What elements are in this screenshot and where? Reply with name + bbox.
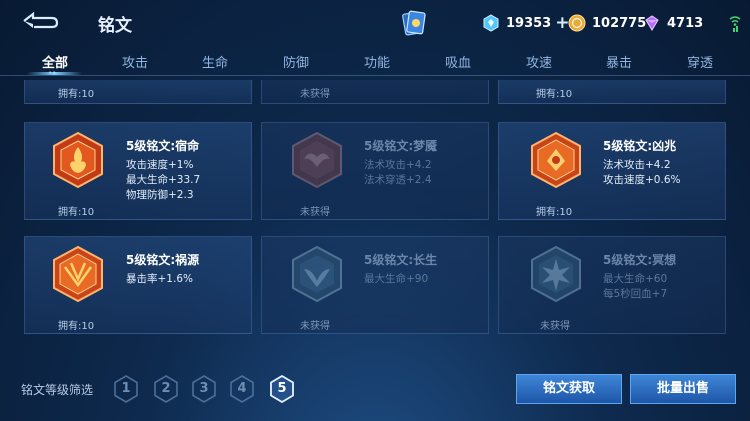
level-number: 4 xyxy=(237,381,247,396)
diamond-amount: 19353 xyxy=(506,15,552,31)
rune-category-tabs: 全部 攻击 生命 防御 功能 吸血 攻速 暴击 穿透 •• xyxy=(0,46,750,77)
gold-currency: 102775 xyxy=(568,12,646,34)
page-title: 铭文 xyxy=(98,16,132,36)
tab-attack-speed[interactable]: 攻速 xyxy=(509,52,569,71)
rune-emblem-icon xyxy=(53,131,103,189)
rune-emblem-icon xyxy=(531,245,581,303)
not-obtained-label: 未获得 xyxy=(540,321,570,332)
rune-name: 5级铭文:冥想 xyxy=(603,253,677,267)
tab-indicator-dots: •• xyxy=(48,69,57,77)
wifi-signal-icon xyxy=(729,16,741,32)
rune-card-xiongzhao[interactable]: 拥有:10 5级铭文:凶兆 法术攻击+4.2 攻击速度+0.6% xyxy=(498,122,726,220)
rune-name: 5级铭文:梦魇 xyxy=(364,139,438,153)
owned-count: 拥有:10 xyxy=(536,207,573,218)
rune-card-huoyuan[interactable]: 拥有:10 5级铭文:祸源 暴击率+1.6% xyxy=(24,236,252,334)
level-filter-5[interactable]: 5 xyxy=(270,374,294,404)
gold-amount: 102775 xyxy=(592,15,647,31)
rune-stat: 每5秒回血+7 xyxy=(603,288,668,300)
level-filter-3[interactable]: 3 xyxy=(192,375,216,403)
level-number: 5 xyxy=(277,381,287,396)
tab-life[interactable]: 生命 xyxy=(185,52,245,71)
bulk-sell-button[interactable]: 批量出售 xyxy=(630,374,736,404)
rune-card[interactable]: 拥有:10 xyxy=(24,80,252,104)
not-obtained-label: 未获得 xyxy=(300,207,330,218)
rune-card-suming[interactable]: 拥有:10 5级铭文:宿命 攻击速度+1% 最大生命+33.7 物理防御+2.3 xyxy=(24,122,252,220)
tab-attack[interactable]: 攻击 xyxy=(105,52,165,71)
purple-gem-icon xyxy=(645,15,659,31)
top-bar: 铭文 19353 + 102775 4713 xyxy=(0,0,750,46)
level-filter-2[interactable]: 2 xyxy=(154,375,178,403)
rune-emblem-icon xyxy=(292,245,342,303)
rune-stat: 最大生命+33.7 xyxy=(126,174,201,186)
tab-crit[interactable]: 暴击 xyxy=(589,52,649,71)
rune-name: 5级铭文:宿命 xyxy=(126,139,200,153)
tab-lifesteal[interactable]: 吸血 xyxy=(428,52,488,71)
rune-emblem-icon xyxy=(53,245,103,303)
rune-deck-icon[interactable] xyxy=(401,9,427,37)
rune-emblem-icon xyxy=(531,131,581,189)
level-number: 1 xyxy=(121,381,131,396)
not-obtained-label: 未获得 xyxy=(300,89,330,100)
rune-stat: 物理防御+2.3 xyxy=(126,189,194,201)
rune-card[interactable]: 拥有:10 xyxy=(498,80,726,104)
rune-stat: 法术攻击+4.2 xyxy=(364,159,432,171)
rune-stat: 攻击速度+0.6% xyxy=(603,174,681,186)
rune-name: 5级铭文:祸源 xyxy=(126,253,200,267)
rune-stat: 最大生命+90 xyxy=(364,273,429,285)
rune-acquire-button[interactable]: 铭文获取 xyxy=(516,374,622,404)
rune-stat: 暴击率+1.6% xyxy=(126,273,193,285)
rune-card-changsheng[interactable]: 未获得 5级铭文:长生 最大生命+90 xyxy=(261,236,489,334)
rune-stat: 攻击速度+1% xyxy=(126,159,194,171)
rune-stat: 最大生命+60 xyxy=(603,273,668,285)
rune-stat: 法术穿透+2.4 xyxy=(364,174,432,186)
gem-currency: 4713 xyxy=(643,12,703,34)
rune-name: 5级铭文:凶兆 xyxy=(603,139,677,153)
owned-count: 拥有:10 xyxy=(58,89,95,100)
level-number: 3 xyxy=(199,381,209,396)
level-filter-4[interactable]: 4 xyxy=(230,375,254,403)
rune-name: 5级铭文:长生 xyxy=(364,253,438,267)
gold-coin-icon xyxy=(568,14,586,32)
level-filter-1[interactable]: 1 xyxy=(114,375,138,403)
rune-card-mengyan[interactable]: 未获得 5级铭文:梦魇 法术攻击+4.2 法术穿透+2.4 xyxy=(261,122,489,220)
diamond-icon xyxy=(483,14,499,32)
rune-grid: 拥有:10 未获得 拥有:10 拥有:10 5级铭文:宿命 攻击速度+1% 最大… xyxy=(0,80,750,340)
back-arrow-icon[interactable] xyxy=(20,10,60,32)
owned-count: 拥有:10 xyxy=(536,89,573,100)
rune-emblem-icon xyxy=(292,131,342,189)
tab-penetration[interactable]: 穿透 xyxy=(670,52,730,71)
tab-defense[interactable]: 防御 xyxy=(266,52,326,71)
level-number: 2 xyxy=(161,381,171,396)
rune-card-mingxiang[interactable]: 未获得 5级铭文:冥想 最大生命+60 每5秒回血+7 xyxy=(498,236,726,334)
rune-card[interactable]: 未获得 xyxy=(261,80,489,104)
diamond-currency: 19353 + xyxy=(482,12,569,34)
rune-stat: 法术攻击+4.2 xyxy=(603,159,671,171)
level-filter-label: 铭文等级筛选 xyxy=(21,383,94,397)
tab-function[interactable]: 功能 xyxy=(347,52,407,71)
owned-count: 拥有:10 xyxy=(58,321,95,332)
gem-amount: 4713 xyxy=(667,15,704,31)
not-obtained-label: 未获得 xyxy=(300,321,330,332)
owned-count: 拥有:10 xyxy=(58,207,95,218)
